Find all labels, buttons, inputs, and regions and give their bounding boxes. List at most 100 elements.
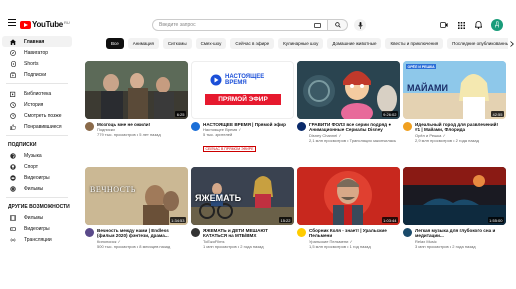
sidebar-item-label: Трансляции: [24, 236, 52, 243]
sidebar-item-label: История: [24, 101, 44, 108]
sidebar-item-music[interactable]: Музыка: [2, 150, 72, 161]
channel-avatar[interactable]: [403, 228, 412, 237]
sidebar-item-history[interactable]: История: [2, 99, 72, 110]
chip-live[interactable]: Сейчас в эфире: [230, 38, 275, 49]
sidebar-item-films[interactable]: Фильмы: [2, 183, 72, 194]
chevron-right-icon: [510, 40, 514, 47]
thumbnail-brand-line2: ВРЕМЯ: [225, 80, 247, 86]
channel-avatar[interactable]: [297, 122, 306, 131]
sidebar-item-label: Подписки: [24, 71, 47, 78]
sidebar-item-home[interactable]: Главная: [2, 36, 72, 47]
search-icon: [334, 22, 341, 28]
video-thumbnail[interactable]: 9:26:02: [297, 61, 400, 119]
sidebar-heading-more: ДРУГИЕ ВОЗМОЖНОСТИ: [8, 204, 70, 210]
sidebar-item-explore[interactable]: Навигатор: [2, 47, 72, 58]
sidebar-divider: [6, 83, 68, 84]
sidebar-item-gaming[interactable]: Видеоигры: [2, 172, 72, 183]
video-thumbnail[interactable]: ЯЖЕМАТЬ 15:22: [191, 167, 294, 225]
youtube-logo[interactable]: YouTube RU: [20, 20, 70, 29]
account-avatar[interactable]: Д: [491, 19, 503, 31]
video-duration: 9:26:02: [381, 111, 398, 117]
sidebar-item-sport[interactable]: Спорт: [2, 161, 72, 172]
video-title[interactable]: Вечность между нами | Endless (фильм 202…: [97, 228, 185, 239]
gamepad-icon: [10, 174, 16, 181]
history-icon: [10, 101, 16, 108]
video-title[interactable]: ЯЖЕМАТЬ и ДЕТИ МЕШАЮТ КАТАТЬСЯ на МТБ/BM…: [203, 228, 291, 239]
sidebar-item-live[interactable]: Трансляции: [2, 234, 72, 245]
sidebar-item-watch-later[interactable]: Смотреть позже: [2, 110, 72, 121]
channel-avatar[interactable]: [191, 122, 200, 131]
chip-recent[interactable]: Последние опубликованные: [447, 38, 516, 49]
apps-grid-icon[interactable]: [457, 21, 465, 29]
sidebar-divider: [6, 135, 68, 136]
video-stats: 1 млн просмотров • 2 года назад: [203, 243, 264, 249]
video-duration: 15:22: [278, 217, 292, 223]
notifications-bell-icon[interactable]: [474, 21, 482, 29]
sidebar-item-label: Видеоигры: [24, 174, 50, 181]
header-actions: Д: [440, 19, 503, 31]
video-card[interactable]: ОРЁЛ И РЕШКА МАЙАМИ 42:55 Идеальный горо…: [403, 61, 506, 143]
keyboard-icon[interactable]: [314, 23, 321, 28]
search-bar: Введите запрос: [152, 19, 366, 31]
voice-search-button[interactable]: [354, 19, 366, 31]
chip-comedy[interactable]: Смех-шоу: [195, 38, 227, 49]
video-title[interactable]: Идеальный город для развлечений! #1 | Ма…: [415, 122, 503, 133]
video-thumbnail[interactable]: НАСТОЯЩЕЕ ВРЕМЯ ПРЯМОЙ ЭФИР: [191, 61, 294, 119]
video-title[interactable]: Легкая музыка для глубокого сна и медита…: [415, 228, 503, 239]
music-icon: [10, 152, 16, 159]
video-card[interactable]: ЯЖЕМАТЬ 15:22 ЯЖЕМАТЬ и ДЕТИ МЕШАЮТ КАТА…: [191, 167, 294, 249]
video-stats: 5 тыс. зрителей: [203, 132, 233, 138]
channel-avatar[interactable]: [191, 228, 200, 237]
video-card[interactable]: 6:25 Мозгоць мне не ожили! Подписки 779 …: [85, 61, 188, 137]
channel-avatar[interactable]: [403, 122, 412, 131]
video-thumbnail[interactable]: 6:25: [85, 61, 188, 119]
search-button[interactable]: [328, 19, 348, 31]
video-thumbnail[interactable]: ОРЁЛ И РЕШКА МАЙАМИ 42:55: [403, 61, 506, 119]
chip-animation[interactable]: Анимация: [127, 38, 159, 49]
subscriptions-icon: [10, 71, 16, 78]
clock-icon: [10, 112, 16, 119]
sidebar-item-library[interactable]: Библиотека: [2, 88, 72, 99]
sidebar-item-label: Смотреть позже: [24, 112, 62, 119]
sidebar-item-label: Библиотека: [24, 90, 52, 97]
video-card[interactable]: 1:55:00 Легкая музыка для глубокого сна …: [403, 167, 506, 249]
video-duration: 1:34:53: [169, 217, 186, 223]
channel-avatar[interactable]: [85, 122, 94, 131]
video-card[interactable]: 1:03:44 Сборник Коля - знает! | Уральски…: [297, 167, 400, 249]
sidebar-item-more-films[interactable]: Фильмы: [2, 212, 72, 223]
thumbnail-caption: ЯЖЕМАТЬ: [195, 193, 242, 203]
video-duration: 1:03:44: [381, 217, 398, 223]
video-card[interactable]: ВЕЧНОСТЬ 1:34:53 Вечность между нами | E…: [85, 167, 188, 249]
channel-avatar[interactable]: [297, 228, 306, 237]
video-card[interactable]: 9:26:02 ГРАВИТИ ФОЛЗ все серии подряд ● …: [297, 61, 400, 143]
compass-icon: [10, 49, 16, 56]
video-thumbnail[interactable]: 1:55:00: [403, 167, 506, 225]
sidebar-item-subscriptions[interactable]: Подписки: [2, 69, 72, 80]
sidebar-item-more-gaming[interactable]: Видеоигры: [2, 223, 72, 234]
video-title[interactable]: ГРАВИТИ ФОЛЗ все серии подряд ● Анимацио…: [309, 122, 397, 133]
chip-cooking[interactable]: Кулинарные шоу: [278, 38, 324, 49]
channel-avatar[interactable]: [85, 228, 94, 237]
chip-pets[interactable]: Домашние животные: [327, 38, 382, 49]
sidebar-item-label: Главная: [24, 38, 45, 45]
video-title[interactable]: Сборник Коля - знает! | Уральские Пельме…: [309, 228, 397, 239]
video-duration: 6:25: [175, 111, 186, 117]
category-chips: Все Анимация Ситкомы Смех-шоу Сейчас в э…: [106, 38, 516, 50]
thumbnail-brand: НАСТОЯЩЕЕ ВРЕМЯ: [210, 74, 264, 86]
microphone-icon: [357, 21, 363, 29]
youtube-play-icon: [20, 20, 31, 29]
video-thumbnail[interactable]: ВЕЧНОСТЬ 1:34:53: [85, 167, 188, 225]
video-card[interactable]: НАСТОЯЩЕЕ ВРЕМЯ ПРЯМОЙ ЭФИР НАСТОЯЩЕЕ ВР…: [191, 61, 294, 155]
chips-next-button[interactable]: [508, 38, 516, 49]
film-icon: [10, 185, 16, 192]
chip-adventure[interactable]: Квесты и приключения: [385, 38, 444, 49]
create-video-icon[interactable]: [440, 21, 448, 29]
menu-icon[interactable]: [8, 19, 16, 26]
sidebar-item-shorts[interactable]: Shorts: [2, 58, 72, 69]
chip-all[interactable]: Все: [106, 38, 124, 49]
video-thumbnail[interactable]: 1:03:44: [297, 167, 400, 225]
sidebar-item-liked[interactable]: Понравившиеся: [2, 121, 72, 132]
thumbnail-art: [85, 61, 188, 119]
chip-sitcoms[interactable]: Ситкомы: [162, 38, 192, 49]
search-input[interactable]: Введите запрос: [152, 19, 328, 31]
